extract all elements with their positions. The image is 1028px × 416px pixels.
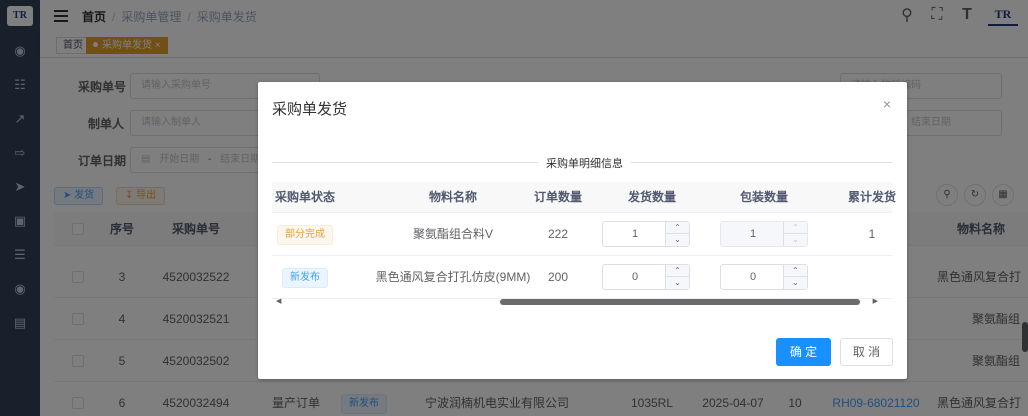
- increase-icon[interactable]: ⌃: [666, 265, 689, 277]
- detail-row: 部分完成 聚氨酯组合料V 222 1 ⌃ ⌄ 1 ⌃ ⌄ 1: [272, 213, 892, 256]
- row-order-qty: 200: [547, 270, 569, 284]
- status-badge: 部分完成: [277, 224, 333, 245]
- col-material: 物料名称: [428, 190, 477, 204]
- pack-qty-stepper[interactable]: 0 ⌃ ⌄: [720, 264, 808, 290]
- pack-qty-value[interactable]: 0: [721, 265, 785, 289]
- increase-icon[interactable]: ⌃: [784, 265, 807, 277]
- row-status: 部分完成: [272, 213, 338, 256]
- ship-qty-value[interactable]: 0: [603, 265, 667, 289]
- pack-qty-value: 1: [749, 228, 757, 240]
- section-title: 采购单明细信息: [538, 155, 631, 171]
- row-cumulative: 1: [868, 227, 876, 241]
- ship-qty-stepper[interactable]: 1 ⌃ ⌄: [602, 221, 690, 247]
- col-cumulative: 累计发货: [847, 190, 896, 204]
- increase-icon: ⌃: [784, 222, 807, 234]
- scroll-left-icon[interactable]: ◀: [276, 297, 281, 307]
- horizontal-scrollbar[interactable]: ◀ ▶: [272, 297, 892, 307]
- close-icon[interactable]: ×: [883, 96, 891, 112]
- detail-table-header: 采购单状态 物料名称 订单数量 发货数量 包装数量 累计发货: [272, 182, 896, 213]
- decrease-icon: ⌄: [792, 235, 799, 244]
- status-badge: 新发布: [282, 267, 328, 288]
- decrease-icon[interactable]: ⌄: [666, 277, 689, 289]
- increase-icon[interactable]: ⌃: [666, 222, 689, 234]
- row-cumulative: [842, 256, 902, 299]
- row-material: 黑色通风复合打孔仿皮(9MM): [375, 270, 531, 284]
- cancel-button[interactable]: 取 消: [840, 338, 893, 366]
- scrollbar-thumb[interactable]: [500, 299, 860, 305]
- decrease-icon[interactable]: ⌄: [666, 234, 689, 246]
- pack-qty-stepper: 1 ⌃ ⌄: [720, 221, 808, 247]
- confirm-button[interactable]: 确 定: [776, 338, 831, 366]
- detail-row: 新发布 黑色通风复合打孔仿皮(9MM) 200 0 ⌃ ⌄ 0 ⌃ ⌄: [272, 256, 892, 299]
- dialog-title: 采购单发货: [272, 101, 348, 118]
- col-pack-qty: 包装数量: [739, 190, 788, 204]
- col-order-qty: 订单数量: [533, 190, 582, 204]
- ship-qty-stepper[interactable]: 0 ⌃ ⌄: [602, 264, 690, 290]
- row-material: 聚氨酯组合料V: [412, 227, 493, 241]
- col-ship-qty: 发货数量: [627, 190, 676, 204]
- col-status: 采购单状态: [274, 190, 335, 204]
- row-order-qty: 222: [547, 227, 569, 241]
- shipping-dialog: 采购单发货 × 采购单明细信息 采购单状态 物料名称 订单数量 发货数量 包装数…: [258, 82, 907, 379]
- row-status: 新发布: [272, 256, 338, 299]
- decrease-icon[interactable]: ⌄: [784, 277, 807, 289]
- scroll-right-icon[interactable]: ▶: [873, 297, 878, 307]
- ship-qty-value[interactable]: 1: [603, 222, 667, 246]
